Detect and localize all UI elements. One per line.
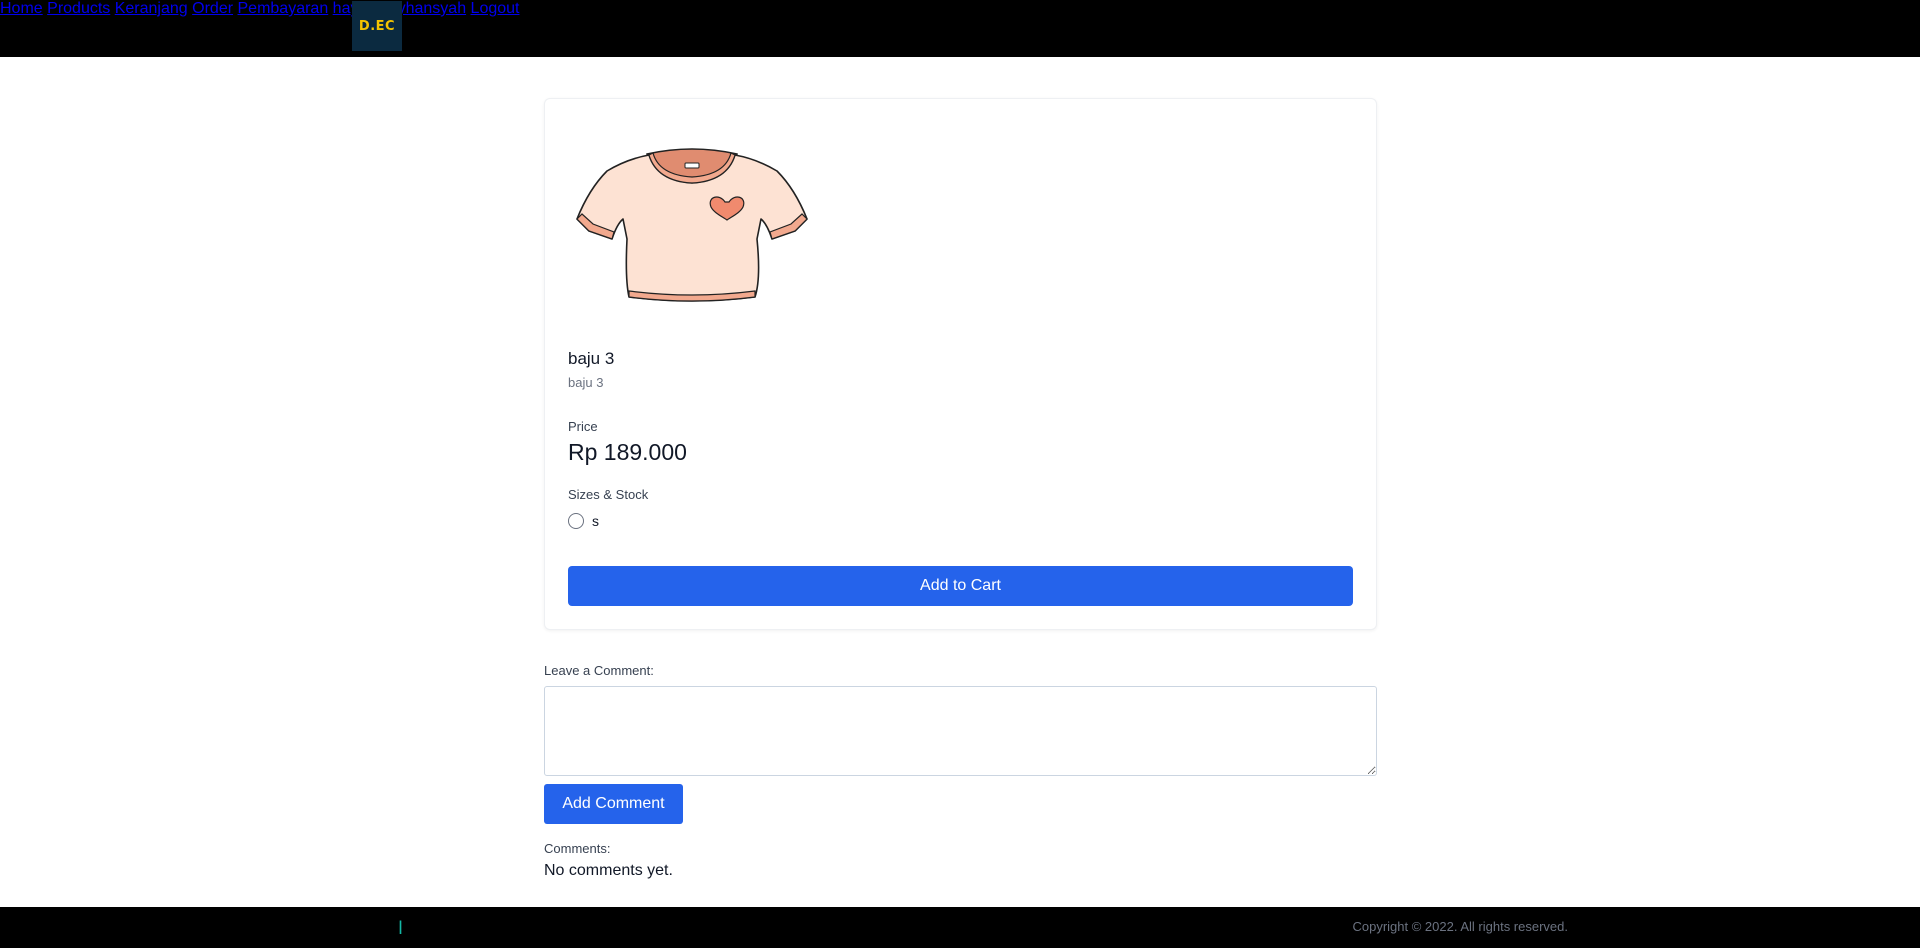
price-label: Price [568,419,598,434]
nav-pembayaran[interactable]: Pembayaran [238,0,329,17]
nav-logout[interactable]: Logout [471,0,520,17]
add-to-cart-button[interactable]: Add to Cart [568,566,1353,606]
size-radio[interactable] [568,513,584,529]
tshirt-image [576,148,808,302]
footer-copyright: Copyright © 2022. All rights reserved. [1352,919,1568,934]
nav-keranjang[interactable]: Keranjang [115,0,188,17]
brand-logo-text: D.EC [358,18,396,34]
nav-home[interactable]: Home [0,0,43,17]
top-navbar: D.EC Home Products Keranjang Order Pemba… [0,0,1920,57]
add-comment-button[interactable]: Add Comment [544,784,683,824]
comments-heading: Comments: [544,841,611,856]
comment-textarea[interactable] [544,686,1377,776]
nav-products[interactable]: Products [47,0,110,17]
size-option-label: s [592,513,599,529]
sizes-stock-label: Sizes & Stock [568,487,649,502]
product-name: baju 3 [568,349,615,368]
footer-logo-mark: l [398,918,404,939]
brand-logo[interactable]: D.EC [352,1,402,51]
product-card: baju 3 baju 3 Price Rp 189.000 Sizes & S… [544,98,1377,630]
price-value: Rp 189.000 [568,439,687,465]
nav-order[interactable]: Order [192,0,233,17]
comments-empty-state: No comments yet. [544,862,673,879]
page-footer: l Copyright © 2022. All rights reserved. [0,907,1920,948]
size-option-s[interactable]: s [568,513,599,529]
comment-form-label: Leave a Comment: [544,663,654,678]
product-description: baju 3 [568,375,604,390]
